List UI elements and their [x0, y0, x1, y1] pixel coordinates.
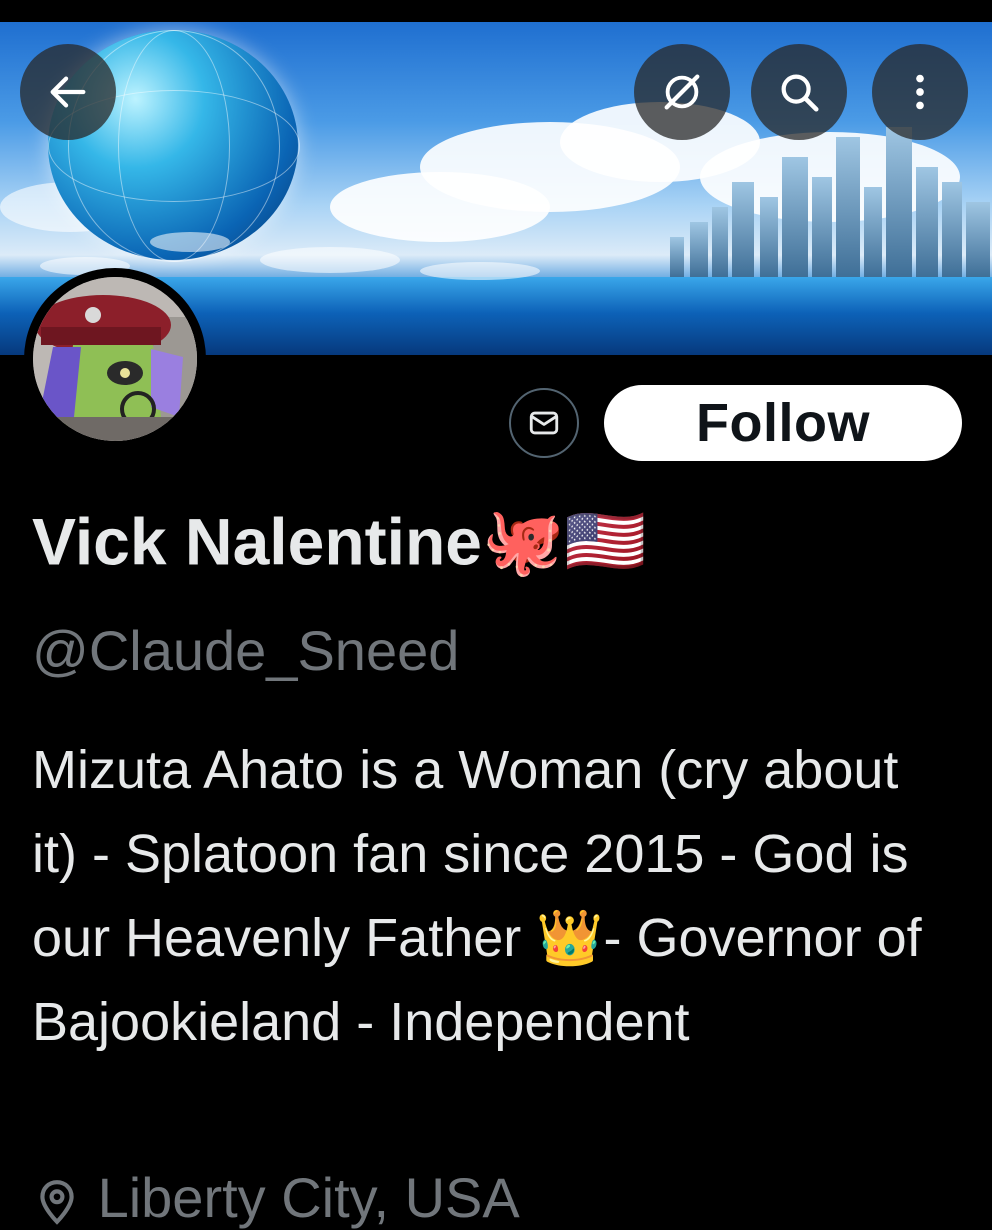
avatar-image [33, 277, 197, 441]
follow-button[interactable]: Follow [604, 385, 962, 461]
arrow-left-icon [50, 76, 86, 108]
location-text: Liberty City, USA [97, 1166, 520, 1229]
display-name-text: Vick Nalentine [32, 504, 482, 579]
mail-icon [529, 411, 559, 435]
profile-bio: Mizuta Ahato is a Woman (cry about it) -… [32, 740, 922, 1052]
more-button[interactable] [872, 44, 968, 140]
back-button[interactable] [20, 44, 116, 140]
message-button[interactable] [509, 388, 579, 458]
location-pin-icon [40, 1180, 74, 1225]
grok-icon [664, 74, 700, 110]
search-button[interactable] [751, 44, 847, 140]
user-handle: @Claude_Sneed [32, 619, 460, 682]
profile-location: Liberty City, USA [32, 1165, 520, 1230]
name-emojis: 🐙🇺🇸 [481, 503, 647, 578]
search-icon [781, 74, 819, 112]
grok-button[interactable] [634, 44, 730, 140]
status-bar-strip [0, 0, 992, 22]
avatar[interactable] [24, 268, 206, 450]
more-vertical-icon [916, 74, 924, 110]
display-name: Vick Nalentine🐙🇺🇸 [32, 498, 646, 581]
